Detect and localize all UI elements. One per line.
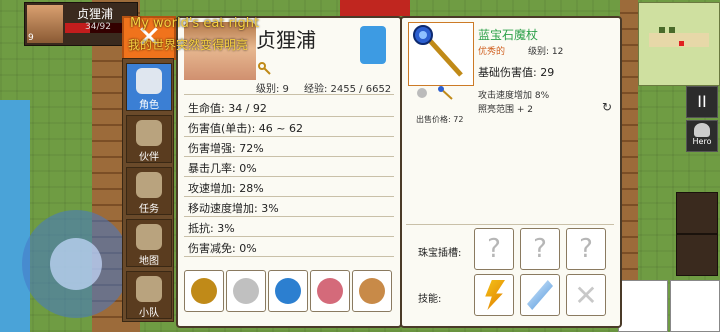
equipment-slot[interactable]	[352, 270, 392, 312]
ice-shard-icon	[527, 280, 553, 310]
party-icon	[136, 276, 162, 302]
jewel-socket[interactable]: ?	[474, 228, 514, 270]
character-menu: 角色伙伴任务地图小队	[122, 58, 174, 322]
skill-slot[interactable]	[474, 274, 514, 316]
water-tiles	[0, 100, 30, 332]
helmet-icon	[136, 68, 162, 94]
item-level: 级别: 12	[528, 47, 564, 57]
empty-socket-icon: ?	[533, 234, 547, 264]
pause-button[interactable]: II	[686, 86, 718, 118]
character-exp: 经验: 2455 / 6652	[304, 84, 392, 95]
stat-divider	[184, 136, 394, 137]
menu-item-label: 地图	[139, 256, 159, 267]
minimap-player-marker	[679, 41, 684, 46]
helmet-icon	[694, 123, 710, 137]
character-name: 贞狸浦	[256, 28, 316, 52]
quick-slot-staff-2[interactable]	[676, 234, 718, 276]
trophy-icon	[136, 172, 162, 198]
menu-item-label: 伙伴	[139, 152, 159, 163]
stat-divider	[184, 176, 394, 177]
minimap-tree	[669, 27, 675, 33]
stat-row: 伤害增强: 72%	[188, 142, 264, 155]
skill-slot[interactable]	[520, 274, 560, 316]
quick-skill-ice[interactable]	[618, 280, 668, 332]
equipment-slot[interactable]	[310, 270, 350, 312]
menu-item-2[interactable]: 任务	[126, 167, 172, 215]
stat-divider	[184, 236, 394, 237]
divider	[184, 94, 394, 95]
player-level: 9	[28, 33, 34, 43]
stat-row: 伤害值(单击): 46 ~ 62	[188, 122, 303, 135]
sapphire-staff-icon	[413, 25, 463, 77]
item-attack-speed: 攻击速度增加 8%	[478, 91, 550, 101]
character-panel: 贞狸浦 级别: 9 经验: 2455 / 6652 生命值: 34 / 92 伤害…	[176, 16, 402, 328]
stat-row: 移动速度增加: 3%	[188, 202, 279, 215]
menu-item-0[interactable]: 角色	[126, 63, 172, 111]
menu-item-label: 任务	[139, 204, 159, 215]
equipment-slot[interactable]	[226, 270, 266, 312]
item-name: 蓝宝石魔杖	[478, 28, 539, 42]
jewel-socket[interactable]: ?	[566, 228, 606, 270]
menu-item-1[interactable]: 伙伴	[126, 115, 172, 163]
lightning-icon	[485, 280, 505, 310]
armor-icon	[233, 278, 259, 304]
character-level: 级别: 9	[256, 84, 289, 95]
socket-label: 珠宝插槽:	[418, 248, 462, 259]
ring-icon	[275, 278, 301, 304]
stat-divider	[184, 196, 394, 197]
refresh-icon[interactable]: ↻	[602, 100, 612, 114]
skill-slot[interactable]: ✕	[566, 274, 606, 316]
minimap-tree	[659, 27, 665, 33]
joystick-knob[interactable]	[50, 238, 102, 290]
scroll-map-icon	[136, 224, 162, 250]
item-mini-icons	[417, 86, 453, 100]
equipment-slot[interactable]	[184, 270, 224, 312]
menu-item-label: 角色	[139, 100, 159, 111]
item-icon-frame	[408, 22, 474, 86]
menu-item-3[interactable]: 地图	[126, 219, 172, 267]
stat-row: 生命值: 34 / 92	[188, 102, 267, 115]
item-panel: 蓝宝石魔杖 优秀的 级别: 12 基础伤害值: 29 攻击速度增加 8% 照亮范…	[400, 16, 622, 328]
jewel-socket[interactable]: ?	[520, 228, 560, 270]
stat-row: 暴击几率: 0%	[188, 162, 257, 175]
menu-item-4[interactable]: 小队	[126, 271, 172, 319]
minimap[interactable]	[638, 2, 720, 86]
hero-label: Hero	[692, 137, 712, 146]
item-sell-price: 出售价格: 72	[416, 115, 464, 124]
item-quality: 优秀的	[478, 47, 506, 57]
quick-slot-staff[interactable]	[676, 192, 718, 234]
divider	[406, 224, 614, 225]
menu-item-label: 小队	[139, 308, 159, 319]
hero-button[interactable]: Hero	[686, 120, 718, 152]
stat-divider	[184, 216, 394, 217]
staff-icon	[191, 278, 217, 304]
item-light-range: 照亮范围 + 2	[478, 105, 533, 115]
amulet-icon	[317, 278, 343, 304]
stat-divider	[184, 116, 394, 117]
hp-text: 34/92	[85, 22, 111, 32]
npc-name-banner	[340, 0, 410, 16]
skill-label: 技能:	[418, 294, 442, 305]
stat-divider	[184, 256, 394, 257]
player-status-card[interactable]: 9 贞狸浦 34/92	[24, 2, 138, 46]
stat-row: 伤害减免: 0%	[188, 242, 257, 255]
item-base-damage: 基础伤害值: 29	[478, 66, 555, 79]
glove-icon	[359, 278, 385, 304]
virtual-joystick[interactable]	[22, 210, 130, 318]
stat-divider	[184, 156, 394, 157]
empty-socket-icon: ?	[579, 234, 593, 264]
stat-row: 抵抗: 3%	[188, 222, 235, 235]
overlay-subtitle-zh: 我的世界突然变得明亮	[128, 38, 249, 52]
player-name: 贞狸浦	[77, 7, 114, 21]
equipment-slot[interactable]	[268, 270, 308, 312]
stat-row: 攻速增加: 28%	[188, 182, 264, 195]
quick-skill-lightning[interactable]	[670, 280, 720, 332]
overlay-subtitle-en: My world's eat right	[130, 16, 260, 31]
locked-icon: ✕	[574, 278, 598, 312]
key-icon	[258, 62, 271, 75]
empty-socket-icon: ?	[487, 234, 501, 264]
rock-icon	[136, 120, 162, 146]
share-button[interactable]	[360, 26, 386, 64]
